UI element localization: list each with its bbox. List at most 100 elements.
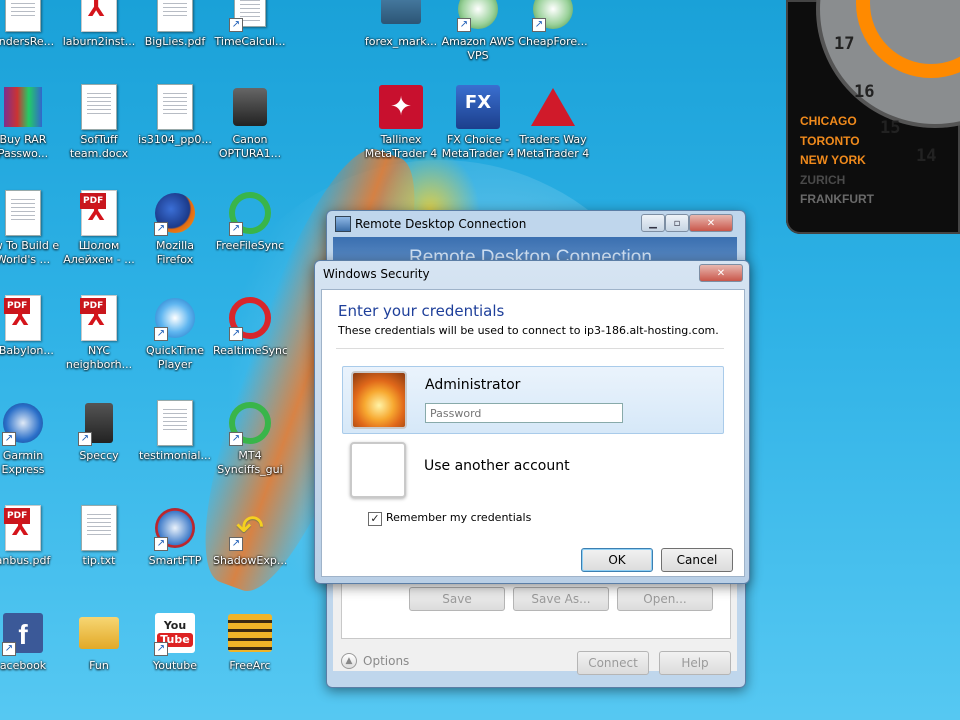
document-icon xyxy=(157,84,193,130)
desktop-icon[interactable]: f ↗ acebook xyxy=(0,610,60,673)
desktop-icon[interactable]: ⅄ laburn2inst... xyxy=(62,0,136,49)
use-another-account[interactable]: Use another account xyxy=(424,458,570,474)
building-icon xyxy=(381,0,421,24)
desktop-icon[interactable]: ow To Build e World's ... xyxy=(0,190,60,267)
city-frankfurt[interactable]: FRANKFURT xyxy=(800,192,874,206)
dialog-title: Windows Security xyxy=(323,267,430,281)
desktop-icon-label: Шолом Алейхем - ... xyxy=(63,239,135,266)
desktop-icon-label: TimeCalcul... xyxy=(214,35,286,48)
blank-avatar[interactable] xyxy=(350,442,406,498)
shortcut-arrow-icon: ↗ xyxy=(457,18,471,32)
save-button[interactable]: Save xyxy=(409,587,505,611)
desktop-icon-label: MT4 Synciffs_gui xyxy=(217,449,283,476)
minimize-button[interactable]: ▁ xyxy=(641,214,665,232)
desktop-icon-label: acebook xyxy=(0,659,47,672)
world-clock-widget[interactable]: 17 16 15 14 CHICAGO TORONTO NEW YORK ZUR… xyxy=(786,0,960,234)
pdf-icon: PDF ⅄ xyxy=(4,295,41,341)
desktop-icon-label: Fun xyxy=(89,659,109,672)
shortcut-arrow-icon: ↗ xyxy=(229,222,243,236)
desktop-icon[interactable]: PDF ⅄ Шолом Алейхем - ... xyxy=(62,190,136,267)
dial-number: 14 xyxy=(916,146,937,166)
desktop-icon[interactable]: ↶ ↗ ShadowExp... xyxy=(213,505,287,568)
desktop-icon-label: FreeFileSync xyxy=(215,239,285,252)
password-input[interactable] xyxy=(425,403,623,423)
desktop-icon-label: testimonial... xyxy=(139,449,211,462)
desktop-icon[interactable]: testimonial... xyxy=(138,400,212,463)
desktop-icon[interactable]: Traders Way MetaTrader 4 xyxy=(516,84,590,161)
desktop-icon-label: Amazon AWS VPS xyxy=(441,35,515,62)
city-new-york[interactable]: NEW YORK xyxy=(800,153,866,167)
city-zurich[interactable]: ZURICH xyxy=(800,173,845,187)
fx-choice-icon: FX xyxy=(456,85,500,129)
desktop-icon[interactable]: ✦ Tallinex MetaTrader 4 xyxy=(364,84,438,161)
desktop-icon[interactable]: ↗ Garmin Express xyxy=(0,400,60,477)
desktop-icon-label: FreeArc xyxy=(229,659,271,672)
desktop-icon-label: ow To Build e World's ... xyxy=(0,239,60,266)
dialog-close-button[interactable]: ✕ xyxy=(699,264,743,282)
desktop-icon-label: anbus.pdf xyxy=(0,554,51,567)
desktop-icon-label: undersRe... xyxy=(0,35,55,48)
dialog-content: Enter your credentials These credentials… xyxy=(321,289,745,577)
desktop-icon[interactable]: PDF ⅄ anbus.pdf xyxy=(0,505,60,568)
account-tile-administrator[interactable]: Administrator xyxy=(342,366,724,434)
save-as-button[interactable]: Save As... xyxy=(513,587,609,611)
desktop-icon[interactable]: ↗ RealtimeSync xyxy=(213,295,287,358)
document-icon xyxy=(157,0,193,32)
desktop-icon[interactable]: ↗ QuickTime Player xyxy=(138,295,212,372)
rdc-close-button[interactable]: ✕ xyxy=(689,214,733,232)
desktop-icon[interactable]: Buy RAR Passwo... xyxy=(0,84,60,161)
desktop-icon[interactable]: FX FX Choice - MetaTrader 4 xyxy=(441,84,515,161)
document-icon xyxy=(5,0,41,32)
desktop-icon-label: Mozilla Firefox xyxy=(156,239,194,266)
shortcut-arrow-icon: ↗ xyxy=(78,432,92,446)
city-toronto[interactable]: TORONTO xyxy=(800,134,860,148)
dialog-heading: Enter your credentials xyxy=(338,302,505,320)
desktop-icon[interactable]: Fun xyxy=(62,610,136,673)
desktop-icon[interactable]: ↗ SmartFTP xyxy=(138,505,212,568)
desktop-icon-label: Traders Way MetaTrader 4 xyxy=(516,133,590,160)
maximize-button[interactable]: ▫ xyxy=(665,214,689,232)
shadow-explorer-icon: ↶ xyxy=(235,508,265,548)
desktop-icon[interactable]: PDF ⅄ NYC neighborh... xyxy=(62,295,136,372)
options-toggle[interactable]: Options xyxy=(363,654,409,668)
windows-security-dialog[interactable]: Windows Security ✕ Enter your credential… xyxy=(314,260,750,584)
desktop-icon[interactable]: ↗ Mozilla Firefox xyxy=(138,190,212,267)
connect-button[interactable]: Connect xyxy=(577,651,649,675)
desktop-icon-label: Garmin Express xyxy=(1,449,45,476)
desktop-icon[interactable]: ↗ Amazon AWS VPS xyxy=(441,0,515,63)
desktop-icon[interactable]: Canon OPTURA1... xyxy=(213,84,287,161)
dial-number: 17 xyxy=(834,34,855,54)
shortcut-arrow-icon: ↗ xyxy=(154,642,168,656)
desktop-icon-label: forex_mark... xyxy=(364,35,438,48)
shortcut-arrow-icon: ↗ xyxy=(229,537,243,551)
help-button[interactable]: Help xyxy=(659,651,731,675)
desktop-icon-label: BigLies.pdf xyxy=(144,35,206,48)
desktop-icon[interactable]: ↗ FreeFileSync xyxy=(213,190,287,253)
cancel-button[interactable]: Cancel xyxy=(661,548,733,572)
options-chevron-icon[interactable]: ▲ xyxy=(341,653,357,669)
desktop-icon[interactable]: ↗ TimeCalcul... xyxy=(213,0,287,49)
remember-checkbox[interactable]: ✓ xyxy=(368,512,382,526)
desktop-icon[interactable]: You Tube ↗ Youtube xyxy=(138,610,212,673)
user-avatar xyxy=(351,371,407,429)
desktop-icon[interactable]: forex_mark... xyxy=(364,0,438,49)
ok-button[interactable]: OK xyxy=(581,548,653,572)
desktop-icon-label: QuickTime Player xyxy=(145,344,205,371)
desktop-icon[interactable]: undersRe... xyxy=(0,0,60,49)
document-icon xyxy=(5,190,41,236)
desktop-icon[interactable]: ↗ MT4 Synciffs_gui xyxy=(213,400,287,477)
desktop-icon[interactable]: tip.txt xyxy=(62,505,136,568)
desktop-icon[interactable]: SofTuff team.docx xyxy=(62,84,136,161)
open-button[interactable]: Open... xyxy=(617,587,713,611)
shortcut-arrow-icon: ↗ xyxy=(2,642,16,656)
desktop-icon-label: Youtube xyxy=(153,659,197,672)
desktop-icon[interactable]: FreeArc xyxy=(213,610,287,673)
dialog-subtext: These credentials will be used to connec… xyxy=(338,324,719,337)
desktop-icon[interactable]: ↗ CheapFore... xyxy=(516,0,590,49)
city-chicago[interactable]: CHICAGO xyxy=(800,114,857,128)
camera-icon xyxy=(233,88,267,126)
desktop-icon[interactable]: PDF⅄ eBabylon... xyxy=(0,295,60,358)
desktop-icon[interactable]: BigLies.pdf xyxy=(138,0,212,49)
desktop-icon[interactable]: ↗ Speccy xyxy=(62,400,136,463)
desktop-icon[interactable]: is3104_pp0... xyxy=(138,84,212,147)
